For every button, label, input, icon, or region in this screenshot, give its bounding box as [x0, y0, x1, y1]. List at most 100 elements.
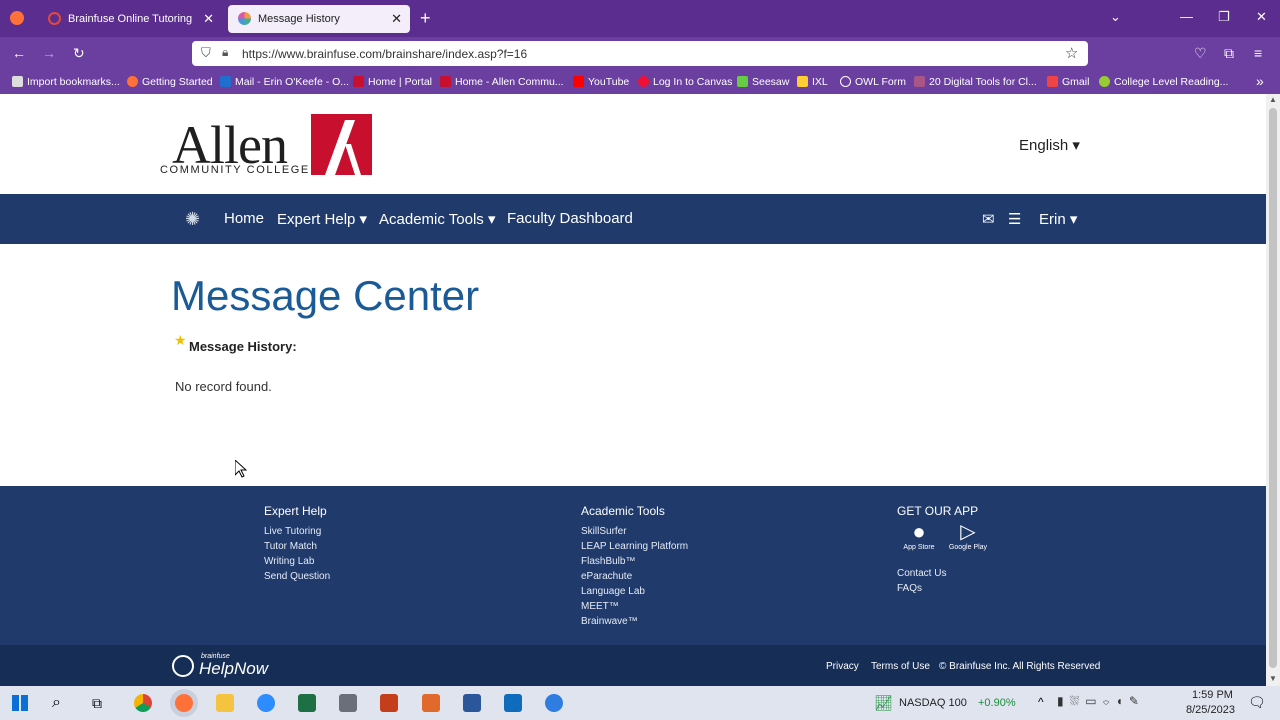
- address-bar[interactable]: ⛉ 🔒︎ https://www.brainfuse.com/brainshar…: [192, 41, 1088, 66]
- bookmark-item[interactable]: 20 Digital Tools for Cl...: [914, 76, 1037, 88]
- bookmark-item[interactable]: Getting Started: [127, 76, 213, 88]
- page-icon: [914, 76, 925, 87]
- minimize-icon[interactable]: —: [1180, 9, 1193, 24]
- word-icon[interactable]: [463, 694, 481, 712]
- footer-link[interactable]: FlashBulb™: [581, 556, 635, 567]
- windows-start-icon[interactable]: [12, 695, 28, 711]
- footer-link[interactable]: Writing Lab: [264, 556, 314, 567]
- nav-home[interactable]: Home: [224, 210, 264, 227]
- url-text[interactable]: https://www.brainfuse.com/brainshare/ind…: [242, 47, 527, 61]
- tab-message-history[interactable]: Message History ✕: [228, 5, 410, 33]
- tray-icons[interactable]: ▮⛆▭⌔◖✎: [1057, 694, 1145, 709]
- language-selector[interactable]: English ▾: [1019, 136, 1080, 154]
- nav-academic-tools[interactable]: Academic Tools ▾: [379, 210, 495, 228]
- nav-faculty-dashboard[interactable]: Faculty Dashboard: [507, 210, 633, 227]
- footer-heading-academic-tools: Academic Tools: [581, 504, 665, 518]
- chrome-icon[interactable]: [134, 694, 152, 712]
- helpnow-brand[interactable]: HelpNow: [199, 659, 268, 679]
- maximize-icon[interactable]: ❐: [1218, 9, 1230, 25]
- nav-expert-help[interactable]: Expert Help ▾: [277, 210, 367, 228]
- helpnow-logo-icon[interactable]: [172, 655, 194, 677]
- tab-title: Brainfuse Online Tutoring: [68, 13, 193, 25]
- firefox-icon: [127, 76, 138, 87]
- outlook-icon[interactable]: [504, 694, 522, 712]
- ticker-change: +0.90%: [978, 697, 1016, 709]
- seesaw-icon: [737, 76, 748, 87]
- outlook-icon: [220, 76, 231, 87]
- bookmark-item[interactable]: YouTube: [573, 76, 629, 88]
- footer-link[interactable]: LEAP Learning Platform: [581, 541, 688, 552]
- firefox-menu-icon[interactable]: [10, 11, 24, 25]
- shield-icon[interactable]: ⛉: [201, 45, 211, 61]
- extensions-icon[interactable]: ⧉: [1224, 45, 1234, 62]
- bookmark-item[interactable]: IXL: [797, 76, 828, 88]
- menu-icon[interactable]: ≡: [1254, 45, 1262, 61]
- excel-icon[interactable]: [298, 694, 316, 712]
- footer-link[interactable]: eParachute: [581, 571, 632, 582]
- page-icon: [1099, 76, 1110, 87]
- bookmark-item[interactable]: Log In to Canvas: [638, 76, 732, 88]
- scrollbar-thumb[interactable]: [1269, 108, 1277, 668]
- footer-link[interactable]: Tutor Match: [264, 541, 317, 552]
- footer-link[interactable]: FAQs: [897, 583, 922, 594]
- app-icon[interactable]: [422, 694, 440, 712]
- back-icon[interactable]: ←: [12, 45, 26, 61]
- brainfuse-logo-icon[interactable]: ✺: [185, 209, 200, 230]
- new-tab-icon[interactable]: +: [420, 8, 431, 29]
- college-logo-mark-icon[interactable]: [311, 114, 372, 175]
- close-tab-icon[interactable]: ✕: [203, 11, 214, 27]
- powerpoint-icon[interactable]: [380, 694, 398, 712]
- footer-link[interactable]: MEET™: [581, 601, 619, 612]
- college-logo-subtitle: COMMUNITY COLLEGE: [160, 164, 310, 176]
- bookmark-item[interactable]: Home | Portal: [353, 76, 432, 88]
- bookmark-item[interactable]: College Level Reading...: [1099, 76, 1228, 88]
- clock-date[interactable]: 8/25/2023: [1186, 704, 1235, 716]
- checklist-icon[interactable]: ☰: [1008, 210, 1021, 228]
- task-view-icon[interactable]: ⧉: [92, 695, 102, 712]
- footer-link[interactable]: Language Lab: [581, 586, 645, 597]
- pocket-icon[interactable]: ♡: [1194, 45, 1207, 62]
- firefox-icon[interactable]: [175, 694, 193, 712]
- empty-state-text: No record found.: [175, 379, 272, 394]
- bookmark-star-icon[interactable]: ☆: [1065, 44, 1078, 62]
- zoom-icon[interactable]: [257, 694, 275, 712]
- page-scrollbar[interactable]: ▲ ▼: [1266, 94, 1280, 686]
- footer-link[interactable]: Live Tutoring: [264, 526, 321, 537]
- footer-link[interactable]: SkillSurfer: [581, 526, 627, 537]
- reload-icon[interactable]: ↻: [73, 45, 85, 62]
- close-tab-icon[interactable]: ✕: [391, 11, 402, 27]
- footer-bottom-bar: brainfuse HelpNow Privacy Terms of Use ©…: [0, 645, 1266, 686]
- bookmark-item[interactable]: Import bookmarks...: [12, 76, 120, 88]
- footer-link[interactable]: Send Question: [264, 571, 330, 582]
- more-bookmarks-icon[interactable]: »: [1256, 73, 1264, 89]
- bookmark-item[interactable]: Seesaw: [737, 76, 789, 88]
- ticker-name[interactable]: NASDAQ 100: [899, 697, 967, 709]
- mail-icon[interactable]: ✉: [982, 210, 995, 228]
- list-tabs-icon[interactable]: ⌄: [1110, 9, 1121, 25]
- ixl-icon: [797, 76, 808, 87]
- file-explorer-icon[interactable]: [216, 694, 234, 712]
- chevron-up-icon[interactable]: ^: [1038, 695, 1044, 709]
- notification-icon[interactable]: 🗨︎: [1248, 694, 1266, 711]
- app-icon[interactable]: [545, 694, 563, 712]
- scroll-up-icon[interactable]: ▲: [1269, 95, 1277, 104]
- bookmark-item[interactable]: OWL Form: [840, 76, 906, 88]
- search-icon[interactable]: ⌕: [52, 694, 61, 712]
- scroll-down-icon[interactable]: ▼: [1269, 674, 1277, 683]
- bookmark-item[interactable]: Gmail: [1047, 76, 1089, 88]
- footer-link[interactable]: Brainwave™: [581, 616, 638, 627]
- user-menu[interactable]: Erin ▾: [1039, 210, 1077, 228]
- bookmark-item[interactable]: Mail - Erin O'Keefe - O...: [220, 76, 349, 88]
- google-play-badge[interactable]: ▷ Google Play: [948, 520, 988, 551]
- privacy-link[interactable]: Privacy: [826, 661, 859, 672]
- lock-icon[interactable]: 🔒︎: [222, 45, 228, 60]
- close-window-icon[interactable]: ✕: [1256, 9, 1267, 25]
- bookmark-item[interactable]: Home - Allen Commu...: [440, 76, 564, 88]
- calculator-icon[interactable]: [339, 694, 357, 712]
- app-store-badge[interactable]: ● App Store: [901, 520, 937, 552]
- forward-icon[interactable]: →: [42, 45, 56, 61]
- tab-brainfuse-tutoring[interactable]: Brainfuse Online Tutoring ✕: [38, 5, 222, 33]
- terms-link[interactable]: Terms of Use: [871, 661, 930, 672]
- footer-link[interactable]: Contact Us: [897, 568, 946, 579]
- clock-time[interactable]: 1:59 PM: [1192, 689, 1233, 701]
